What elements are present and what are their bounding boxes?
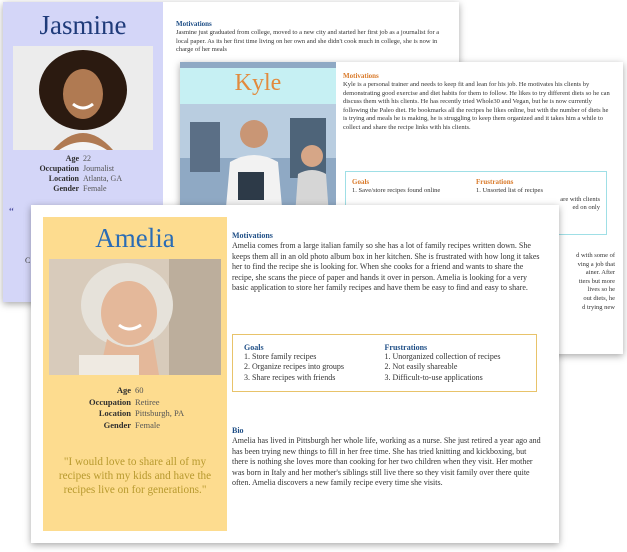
amelia-photo (49, 259, 221, 375)
gender-label: Gender (103, 419, 131, 430)
kyle-bio-line: d trying new (582, 303, 615, 311)
amelia-motivations-title: Motivations (232, 231, 273, 240)
kyle-bio-line: d with some of (576, 252, 615, 259)
age-label: Age (65, 154, 79, 163)
jasmine-main: Motivations Jasmine just graduated from … (176, 20, 444, 55)
gender-value: Female (83, 184, 107, 193)
kyle-bio-fragment: d with some of ving a job that ainer. Af… (551, 252, 615, 312)
amelia-frustrations-title: Frustrations (384, 343, 428, 352)
amelia-side-panel: Amelia Age 60 Occupation Retiree Location P… (43, 217, 227, 531)
amelia-portrait-icon (49, 259, 221, 375)
location-label: Location (98, 408, 131, 418)
amelia-bio-title: Bio (232, 426, 244, 435)
jasmine-name: Jasmine (39, 10, 127, 40)
amelia-goals-title: Goals (244, 343, 264, 352)
amelia-goals: Goals 1. Store family recipes 2. Organiz… (244, 343, 385, 383)
amelia-goal-item: 1. Store family recipes (244, 352, 317, 361)
kyle-bio-line: lives so he (587, 286, 615, 294)
age-value: 60 (135, 385, 144, 395)
kyle-main: Motivations Kyle is a personal trainer a… (343, 72, 613, 133)
age-label: Age (116, 385, 131, 395)
amelia-frustration-item: 2. Not easily shareable (384, 362, 458, 372)
location-value: Atlanta, GA (83, 174, 123, 183)
kyle-motivations-title: Motivations (343, 72, 379, 80)
jasmine-stats: Age 22 Occupation Journalist Location Atlan… (3, 154, 163, 194)
location-value: Pittsburgh, PA (135, 408, 185, 418)
kyle-goals-title: Goals (352, 178, 370, 186)
occupation-value: Retiree (135, 396, 160, 407)
jasmine-side-fragment: C (25, 256, 31, 265)
amelia-quote: "I would love to share all of my recipes… (58, 456, 212, 496)
amelia-frustration-item: 1. Unorganized collection of recipes (384, 352, 501, 361)
occupation-value: Journalist (83, 164, 115, 173)
jasmine-photo (13, 46, 153, 150)
kyle-frustration-item: are with clients (560, 195, 600, 203)
amelia-main: Motivations Amelia comes from a large it… (232, 231, 542, 294)
amelia-stats: Age 60 Occupation Retiree Location Pittsbur… (43, 385, 227, 431)
jasmine-motivations-text: Jasmine just graduated from college, mov… (176, 29, 440, 54)
amelia-frustrations: Frustrations 1. Unorganized collection o… (385, 343, 526, 383)
occupation-label: Occupation (39, 164, 79, 173)
kyle-bio-line: ving a job that (577, 260, 615, 268)
location-label: Location (48, 174, 79, 183)
amelia-goal-item: 2. Organize recipes into groups (244, 362, 345, 372)
amelia-frustration-item: 3. Difficult-to-use applications (384, 372, 483, 382)
amelia-goal-item: 3. Share recipes with friends (244, 372, 336, 382)
kyle-goal-item: 1. Save/store recipes found online (352, 187, 441, 194)
kyle-name: Kyle (180, 68, 336, 104)
kyle-frustrations-title: Frustrations (476, 178, 514, 186)
kyle-bio-line: ainer. After (585, 269, 615, 277)
occupation-label: Occupation (88, 396, 131, 407)
persona-card-amelia: Amelia Age 60 Occupation Retiree Location P… (31, 205, 559, 543)
amelia-goals-box: Goals 1. Store family recipes 2. Organiz… (232, 334, 537, 392)
amelia-motivations-text: Amelia comes from a large italian family… (232, 241, 540, 293)
amelia-name: Amelia (95, 223, 175, 253)
age-value: 22 (83, 154, 91, 163)
jasmine-portrait-icon (13, 46, 153, 150)
kyle-bio-line: tters but more (578, 277, 615, 285)
kyle-frustration-item: 1. Unsorted list of recipes (476, 187, 543, 194)
gender-value: Female (135, 419, 161, 430)
gender-label: Gender (53, 184, 79, 193)
amelia-bio: Bio Amelia has lived in Pittsburgh her w… (232, 426, 542, 489)
amelia-bio-text: Amelia has lived in Pittsburgh her whole… (232, 436, 541, 488)
kyle-bio-line: out diets, he (583, 294, 615, 302)
jasmine-motivations-title: Motivations (176, 20, 212, 28)
kyle-motivations-text: Kyle is a personal trainer and needs to … (343, 81, 610, 131)
